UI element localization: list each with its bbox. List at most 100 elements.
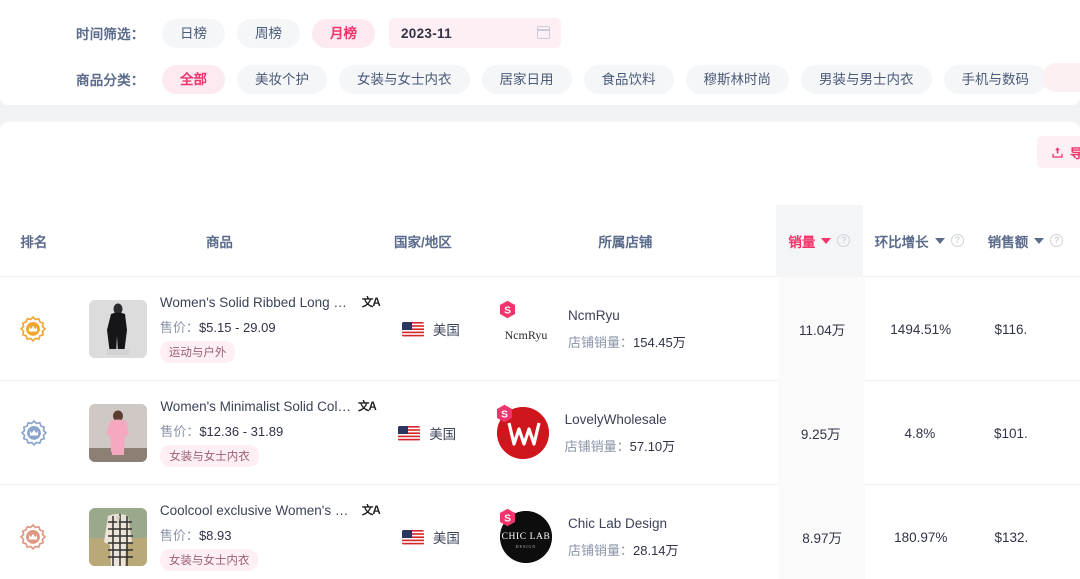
date-picker[interactable]: 2023-11	[389, 18, 561, 48]
time-filter-row: 时间筛选： 日榜 周榜 月榜 2023-11	[0, 9, 1080, 57]
shop-avatar[interactable]: S	[496, 404, 549, 459]
product-price: 售价：$12.36 - 31.89	[160, 421, 375, 440]
translate-icon[interactable]: 文A	[362, 505, 381, 519]
translate-icon[interactable]: 文A	[358, 401, 377, 415]
sort-desc-icon[interactable]	[821, 237, 832, 244]
price-label: 售价：	[160, 423, 200, 439]
country-name: 美国	[429, 427, 457, 442]
time-option-daily[interactable]: 日榜	[162, 18, 225, 48]
time-filter-label: 时间筛选：	[76, 27, 145, 42]
shop-sales-value: 154.45万	[633, 334, 686, 350]
country-cell: 美国	[376, 381, 479, 485]
rank-cell	[0, 485, 67, 579]
category-filter-label: 商品分类：	[76, 73, 145, 88]
growth-value: 180.97%	[894, 529, 948, 545]
country-cell: 美国	[380, 485, 482, 579]
product-title-text: Women's Minimalist Solid Col…	[160, 399, 351, 415]
country-name: 美国	[432, 323, 460, 338]
shop-name[interactable]: LovelyWholesale	[565, 412, 676, 427]
category-option-all[interactable]: 全部	[162, 64, 225, 94]
column-header-growth-label: 环比增长	[874, 234, 929, 250]
product-category-tag: 女装与女士内衣	[159, 548, 259, 571]
us-flag-icon	[401, 529, 424, 545]
category-filter-row: 商品分类： 全部 美妆个护 女装与女士内衣 居家日用 食品饮料 穆斯林时尚 男装…	[0, 55, 1080, 103]
category-option-muslim-fashion[interactable]: 穆斯林时尚	[685, 64, 789, 94]
column-header-rank-label: 排名	[20, 234, 48, 250]
translate-icon[interactable]: 文A	[362, 297, 381, 311]
shop-name[interactable]: NcmRyu	[568, 308, 686, 323]
sales-cell: 11.04万	[779, 277, 865, 381]
category-option-home[interactable]: 居家日用	[481, 64, 572, 94]
shop-sales-label: 店铺销量：	[567, 334, 633, 350]
column-header-revenue[interactable]: 销售额 ?	[976, 205, 1080, 277]
product-thumbnail[interactable]	[88, 300, 147, 358]
column-header-sales[interactable]: 销量 ?	[776, 204, 863, 277]
column-header-shop: 所属店铺	[475, 205, 776, 277]
bronze-medal-icon	[18, 522, 48, 552]
help-icon[interactable]: ?	[950, 234, 964, 247]
category-option-beauty[interactable]: 美妆个护	[237, 64, 327, 94]
category-option-phones-digital[interactable]: 手机与数码	[943, 64, 1047, 94]
product-price: 售价：$5.15 - 29.09	[160, 317, 380, 336]
svg-text:S: S	[501, 409, 508, 420]
svg-text:S: S	[504, 305, 511, 316]
growth-value: 4.8%	[904, 425, 936, 441]
shop-avatar[interactable]: NcmRyu S	[499, 300, 552, 355]
shop-sales-value: 28.14万	[633, 542, 679, 558]
product-title-text: Coolcool exclusive Women's P…	[159, 503, 355, 519]
table-row[interactable]: Women's Minimalist Solid Col… 文A 售价：$12.…	[0, 381, 1080, 485]
date-picker-value: 2023-11	[401, 25, 452, 41]
product-title[interactable]: Coolcool exclusive Women's P… 文A	[159, 503, 381, 519]
product-title[interactable]: Women's Minimalist Solid Col… 文A	[160, 399, 377, 415]
product-thumbnail[interactable]	[88, 508, 147, 566]
shop-cell: S LovelyWholesale 店铺销量：57.10万	[479, 381, 778, 485]
sort-desc-icon[interactable]	[934, 237, 945, 244]
upload-icon	[1052, 146, 1063, 158]
svg-text:DESIGN: DESIGN	[516, 544, 537, 549]
table-header-row: 排名 商品 国家/地区 所属店铺 销量 ? 环比增长 ? 销售额 ?	[0, 204, 1080, 277]
growth-cell: 4.8%	[864, 381, 976, 485]
product-category-tag: 女装与女士内衣	[160, 444, 259, 467]
us-flag-icon	[398, 425, 421, 441]
shop-avatar[interactable]: CHIC LAB DESIGN S	[499, 508, 552, 563]
table-row[interactable]: Women's Solid Ribbed Long Sl… 文A 售价：$5.1…	[0, 277, 1080, 381]
us-flag-icon	[401, 321, 424, 337]
product-title[interactable]: Women's Solid Ribbed Long Sl… 文A	[159, 295, 381, 311]
sales-cell: 9.25万	[777, 381, 864, 485]
shop-sales-label: 店铺销量：	[567, 542, 633, 558]
filter-panel: 时间筛选： 日榜 周榜 月榜 2023-11 商品分类： 全部 美妆个护 女装与…	[0, 0, 1080, 105]
sales-cell: 8.97万	[779, 485, 865, 579]
time-option-monthly[interactable]: 月榜	[312, 18, 375, 48]
svg-text:S: S	[504, 513, 511, 524]
help-icon[interactable]: ?	[837, 234, 851, 247]
column-header-product: 商品	[68, 205, 371, 277]
column-header-country: 国家/地区	[371, 205, 475, 277]
shop-cell: CHIC LAB DESIGN S Chic Lab Design 店铺销量：2	[482, 485, 779, 579]
growth-value: 1494.51%	[890, 321, 952, 337]
shop-sales: 店铺销量：28.14万	[568, 540, 679, 559]
category-option-womens-clothing[interactable]: 女装与女士内衣	[339, 64, 470, 94]
column-header-shop-label: 所属店铺	[598, 234, 653, 250]
help-icon[interactable]: ?	[1050, 234, 1064, 247]
ranking-page: 时间筛选： 日榜 周榜 月榜 2023-11 商品分类： 全部 美妆个护 女装与…	[0, 0, 1080, 579]
sales-value: 11.04万	[799, 323, 846, 338]
column-header-growth[interactable]: 环比增长 ?	[863, 205, 976, 277]
category-option-overflow[interactable]	[1042, 63, 1080, 92]
time-option-weekly[interactable]: 周榜	[237, 18, 300, 48]
sales-value: 9.25万	[800, 427, 841, 442]
gold-medal-icon	[18, 314, 48, 344]
revenue-value: $101.	[993, 425, 1028, 441]
product-cell: Women's Solid Ribbed Long Sl… 文A 售价：$5.1…	[67, 277, 381, 381]
country-cell: 美国	[380, 277, 482, 381]
table-row[interactable]: Coolcool exclusive Women's P… 文A 售价：$8.9…	[0, 485, 1080, 579]
category-option-food-beverage[interactable]: 食品饮料	[583, 64, 674, 94]
product-thumbnail[interactable]	[89, 404, 148, 462]
category-option-mens-clothing[interactable]: 男装与男士内衣	[801, 64, 932, 94]
product-title-text: Women's Solid Ribbed Long Sl…	[159, 295, 355, 311]
table-toolbar: 导出	[0, 122, 1080, 205]
sort-desc-icon[interactable]	[1034, 237, 1045, 244]
export-button[interactable]: 导出	[1036, 136, 1080, 168]
shop-name[interactable]: Chic Lab Design	[568, 516, 679, 531]
price-value: $8.93	[198, 527, 232, 543]
product-price: 售价：$8.93	[160, 525, 380, 544]
